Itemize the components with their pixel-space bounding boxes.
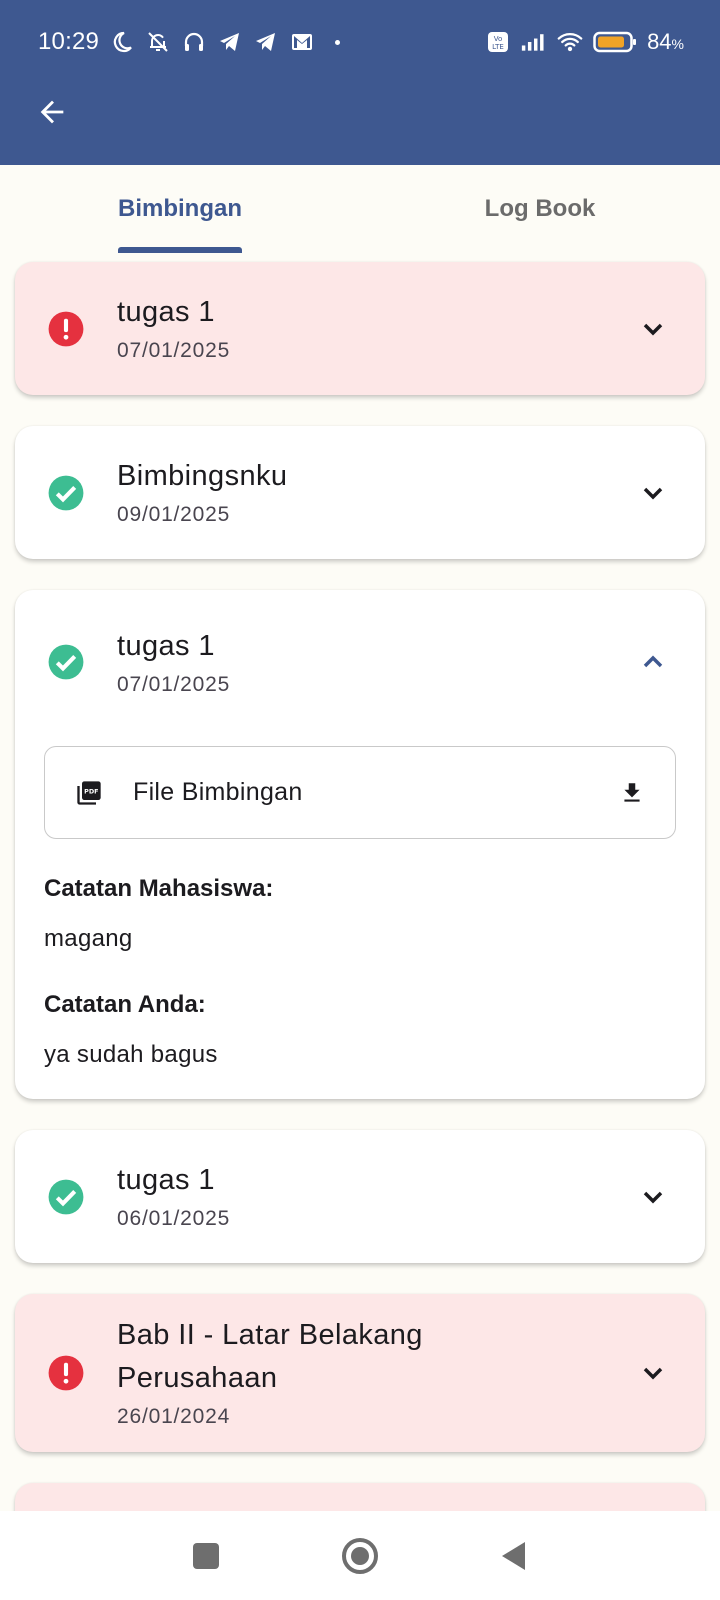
item-date: 26/01/2024 bbox=[117, 1405, 231, 1428]
item-title: tugas 1 bbox=[117, 296, 215, 328]
chevron-down-icon[interactable] bbox=[637, 1181, 669, 1213]
list-item-partial[interactable] bbox=[15, 1483, 705, 1511]
volte-icon: Vo LTE bbox=[485, 29, 511, 55]
list-item-header[interactable]: Bab II - Latar Belakang Perusahaan 26/01… bbox=[15, 1294, 705, 1452]
telegram-icon bbox=[217, 29, 243, 55]
tab-bimbingan[interactable]: Bimbingan bbox=[0, 165, 360, 253]
telegram-icon bbox=[253, 29, 279, 55]
chevron-down-icon[interactable] bbox=[637, 477, 669, 509]
home-circle-icon bbox=[342, 1537, 378, 1574]
list-item: tugas 1 06/01/2025 bbox=[15, 1130, 705, 1263]
item-title: Bimbingsnku bbox=[117, 460, 288, 492]
item-title: tugas 1 bbox=[117, 1164, 215, 1196]
your-note-label: Catatan Anda: bbox=[44, 991, 206, 1018]
check-circle-icon bbox=[48, 1179, 84, 1214]
svg-text:LTE: LTE bbox=[492, 43, 504, 51]
error-icon bbox=[48, 311, 84, 346]
arrow-left-icon bbox=[40, 100, 64, 124]
chevron-up-icon[interactable] bbox=[637, 646, 669, 678]
app-bar: 10:29 Vo LTE 84% bbox=[0, 0, 720, 165]
item-date: 07/01/2025 bbox=[117, 339, 231, 362]
check-circle-icon bbox=[48, 644, 84, 680]
tab-bar: Bimbingan Log Book bbox=[0, 165, 720, 253]
pdf-icon: PDF bbox=[77, 780, 101, 805]
your-note: ya sudah bagus bbox=[44, 1041, 218, 1068]
item-title: tugas 1 bbox=[117, 629, 215, 662]
svg-text:Vo: Vo bbox=[494, 35, 503, 43]
back-button[interactable] bbox=[28, 88, 76, 136]
list-item-header[interactable]: tugas 1 06/01/2025 bbox=[15, 1130, 705, 1263]
battery-icon bbox=[593, 29, 637, 55]
status-time: 10:29 bbox=[38, 28, 100, 55]
error-icon bbox=[48, 1355, 84, 1391]
recents-square-icon bbox=[193, 1542, 219, 1569]
list-item: Bimbingsnku 09/01/2025 bbox=[15, 426, 705, 559]
chevron-down-icon[interactable] bbox=[637, 313, 669, 345]
gmail-icon bbox=[289, 29, 315, 55]
list-item-expanded: tugas 1 07/01/2025 PDF File Bimbingan Ca… bbox=[15, 590, 705, 1099]
back-triangle-icon bbox=[502, 1541, 525, 1570]
moon-icon bbox=[109, 29, 135, 55]
list-item: tugas 1 07/01/2025 bbox=[15, 262, 705, 395]
student-note-label: Catatan Mahasiswa: bbox=[44, 875, 274, 902]
svg-text:PDF: PDF bbox=[84, 787, 98, 795]
list-item: Bab II - Latar Belakang Perusahaan 26/01… bbox=[15, 1294, 705, 1452]
file-label: File Bimbingan bbox=[133, 778, 303, 806]
chevron-down-icon[interactable] bbox=[637, 1357, 669, 1389]
signal-icon bbox=[521, 29, 547, 55]
item-title: Bab II - Latar Belakang Perusahaan bbox=[117, 1319, 423, 1394]
status-bar: 10:29 Vo LTE 84% bbox=[0, 20, 720, 64]
item-date: 06/01/2025 bbox=[117, 1207, 231, 1230]
file-bimbingan-button[interactable]: PDF File Bimbingan bbox=[44, 746, 676, 839]
list-item-header[interactable]: tugas 1 07/01/2025 bbox=[15, 590, 705, 720]
check-circle-icon bbox=[48, 475, 84, 510]
list-item-header[interactable]: Bimbingsnku 09/01/2025 bbox=[15, 426, 705, 559]
back-nav-button[interactable] bbox=[492, 1534, 536, 1578]
recents-button[interactable] bbox=[184, 1534, 228, 1578]
list-item-header[interactable]: tugas 1 07/01/2025 bbox=[15, 262, 705, 395]
tab-log-book[interactable]: Log Book bbox=[360, 165, 720, 253]
battery-percent: 84% bbox=[647, 29, 684, 54]
more-notifications-dot bbox=[335, 39, 341, 45]
item-date: 07/01/2025 bbox=[117, 672, 231, 696]
item-details: PDF File Bimbingan Catatan Mahasiswa: ma… bbox=[15, 720, 705, 1099]
system-nav-bar bbox=[0, 1511, 720, 1600]
student-note: magang bbox=[44, 925, 133, 952]
home-button[interactable] bbox=[338, 1534, 382, 1578]
wifi-icon bbox=[557, 29, 583, 55]
bimbingan-list[interactable]: tugas 1 07/01/2025 Bimbingsnku 09/01/202… bbox=[0, 253, 720, 1511]
item-date: 09/01/2025 bbox=[117, 503, 231, 526]
download-icon[interactable] bbox=[619, 780, 645, 806]
bell-off-icon bbox=[145, 29, 171, 55]
headset-icon bbox=[181, 29, 207, 55]
